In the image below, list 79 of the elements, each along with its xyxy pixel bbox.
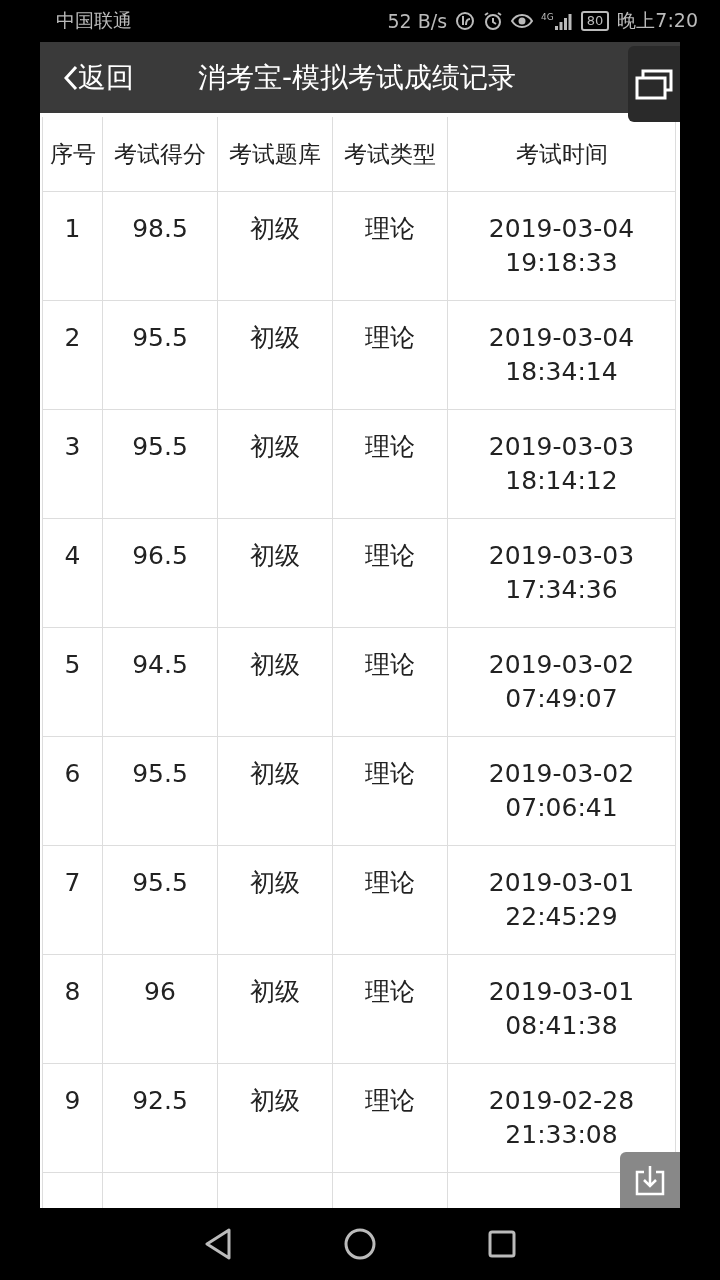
table-cell: 理论 bbox=[365, 1086, 415, 1115]
time-text: 07:49:07 bbox=[505, 684, 618, 713]
table-cell: 1 bbox=[64, 214, 81, 243]
date-text: 2019-03-01 bbox=[488, 868, 635, 897]
time-text: 18:34:14 bbox=[505, 357, 618, 386]
column-header: 序号 bbox=[42, 117, 103, 192]
table-cell: 初级 bbox=[250, 759, 300, 788]
table-cell: 2 bbox=[64, 323, 81, 352]
date-text: 2019-03-02 bbox=[488, 650, 635, 679]
table-cell: 理论 bbox=[365, 541, 415, 570]
date-text: 2019-03-04 bbox=[488, 323, 635, 352]
table-cell: 理论 bbox=[365, 214, 415, 243]
table-cell: 94.5 bbox=[132, 650, 188, 679]
column-header: 考试类型 bbox=[332, 117, 448, 192]
time-text: 17:34:36 bbox=[505, 575, 618, 604]
table-cell: 8 bbox=[64, 977, 81, 1006]
triangle-icon bbox=[204, 1228, 232, 1260]
table-cell: 理论 bbox=[365, 432, 415, 461]
home-nav-button[interactable] bbox=[344, 1228, 376, 1260]
windows-icon bbox=[635, 68, 673, 100]
date-text: 2019-02-28 bbox=[488, 1086, 635, 1115]
table-cell: 理论 bbox=[365, 868, 415, 897]
time-text: 19:18:33 bbox=[505, 248, 618, 277]
table-cell: 初级 bbox=[250, 977, 300, 1006]
table-cell: 7 bbox=[64, 868, 81, 897]
table-cell: 3 bbox=[64, 432, 81, 461]
table-cell: 6 bbox=[64, 759, 81, 788]
date-text: 2019-03-03 bbox=[488, 432, 635, 461]
table-cell: 初级 bbox=[250, 541, 300, 570]
table-cell: 9 bbox=[64, 1086, 81, 1115]
table-cell: 初级 bbox=[250, 868, 300, 897]
column-header: 考试得分 bbox=[102, 117, 218, 192]
network-type: 4G bbox=[541, 12, 554, 22]
clock-time: 晚上7:20 bbox=[617, 8, 698, 33]
table-cell: 95.5 bbox=[132, 868, 188, 897]
date-text: 2019-03-02 bbox=[488, 759, 635, 788]
back-nav-button[interactable] bbox=[204, 1228, 232, 1260]
network-speed: 52 B/s bbox=[387, 10, 448, 32]
table-cell: 98.5 bbox=[132, 214, 188, 243]
time-text: 07:06:41 bbox=[505, 793, 618, 822]
window-button[interactable] bbox=[628, 46, 680, 122]
signal-icon bbox=[554, 12, 573, 30]
table-cell: 初级 bbox=[250, 650, 300, 679]
download-icon bbox=[635, 1164, 665, 1196]
time-text: 22:45:29 bbox=[505, 902, 618, 931]
table-cell: 理论 bbox=[365, 323, 415, 352]
table-cell: 理论 bbox=[365, 977, 415, 1006]
table-cell: 初级 bbox=[250, 1086, 300, 1115]
back-button[interactable]: 返回 bbox=[40, 58, 180, 97]
date-text: 2019-03-03 bbox=[488, 541, 635, 570]
page-title: 消考宝-模拟考试成绩记录 bbox=[198, 59, 518, 96]
circle-icon bbox=[344, 1228, 376, 1260]
table-cell: 初级 bbox=[250, 323, 300, 352]
chevron-left-icon bbox=[64, 64, 78, 91]
eye-icon bbox=[511, 12, 534, 30]
column-header: 考试题库 bbox=[217, 117, 333, 192]
table-cell: 初级 bbox=[250, 432, 300, 461]
carrier-name: 中国联通 bbox=[56, 8, 133, 33]
table-cell: 95.5 bbox=[132, 323, 188, 352]
table-cell: 92.5 bbox=[132, 1086, 188, 1115]
date-text: 2019-03-04 bbox=[488, 214, 635, 243]
download-button[interactable] bbox=[620, 1152, 680, 1208]
table-cell: 理论 bbox=[365, 650, 415, 679]
table-cell: 95.5 bbox=[132, 759, 188, 788]
alarm-icon bbox=[483, 11, 504, 31]
square-icon bbox=[488, 1230, 516, 1258]
date-text: 2019-03-01 bbox=[488, 977, 635, 1006]
table-cell: 5 bbox=[64, 650, 81, 679]
table-cell: 96.5 bbox=[132, 541, 188, 570]
table-cell: 理论 bbox=[365, 759, 415, 788]
table-cell: 初级 bbox=[250, 214, 300, 243]
time-text: 08:41:38 bbox=[505, 1011, 618, 1040]
recents-nav-button[interactable] bbox=[488, 1230, 516, 1258]
time-text: 18:14:12 bbox=[505, 466, 618, 495]
table-cell: 96 bbox=[144, 977, 176, 1006]
table-cell: 4 bbox=[64, 541, 81, 570]
table-cell: 95.5 bbox=[132, 432, 188, 461]
time-text: 21:33:08 bbox=[505, 1120, 618, 1149]
battery-level: 80 bbox=[580, 11, 610, 31]
